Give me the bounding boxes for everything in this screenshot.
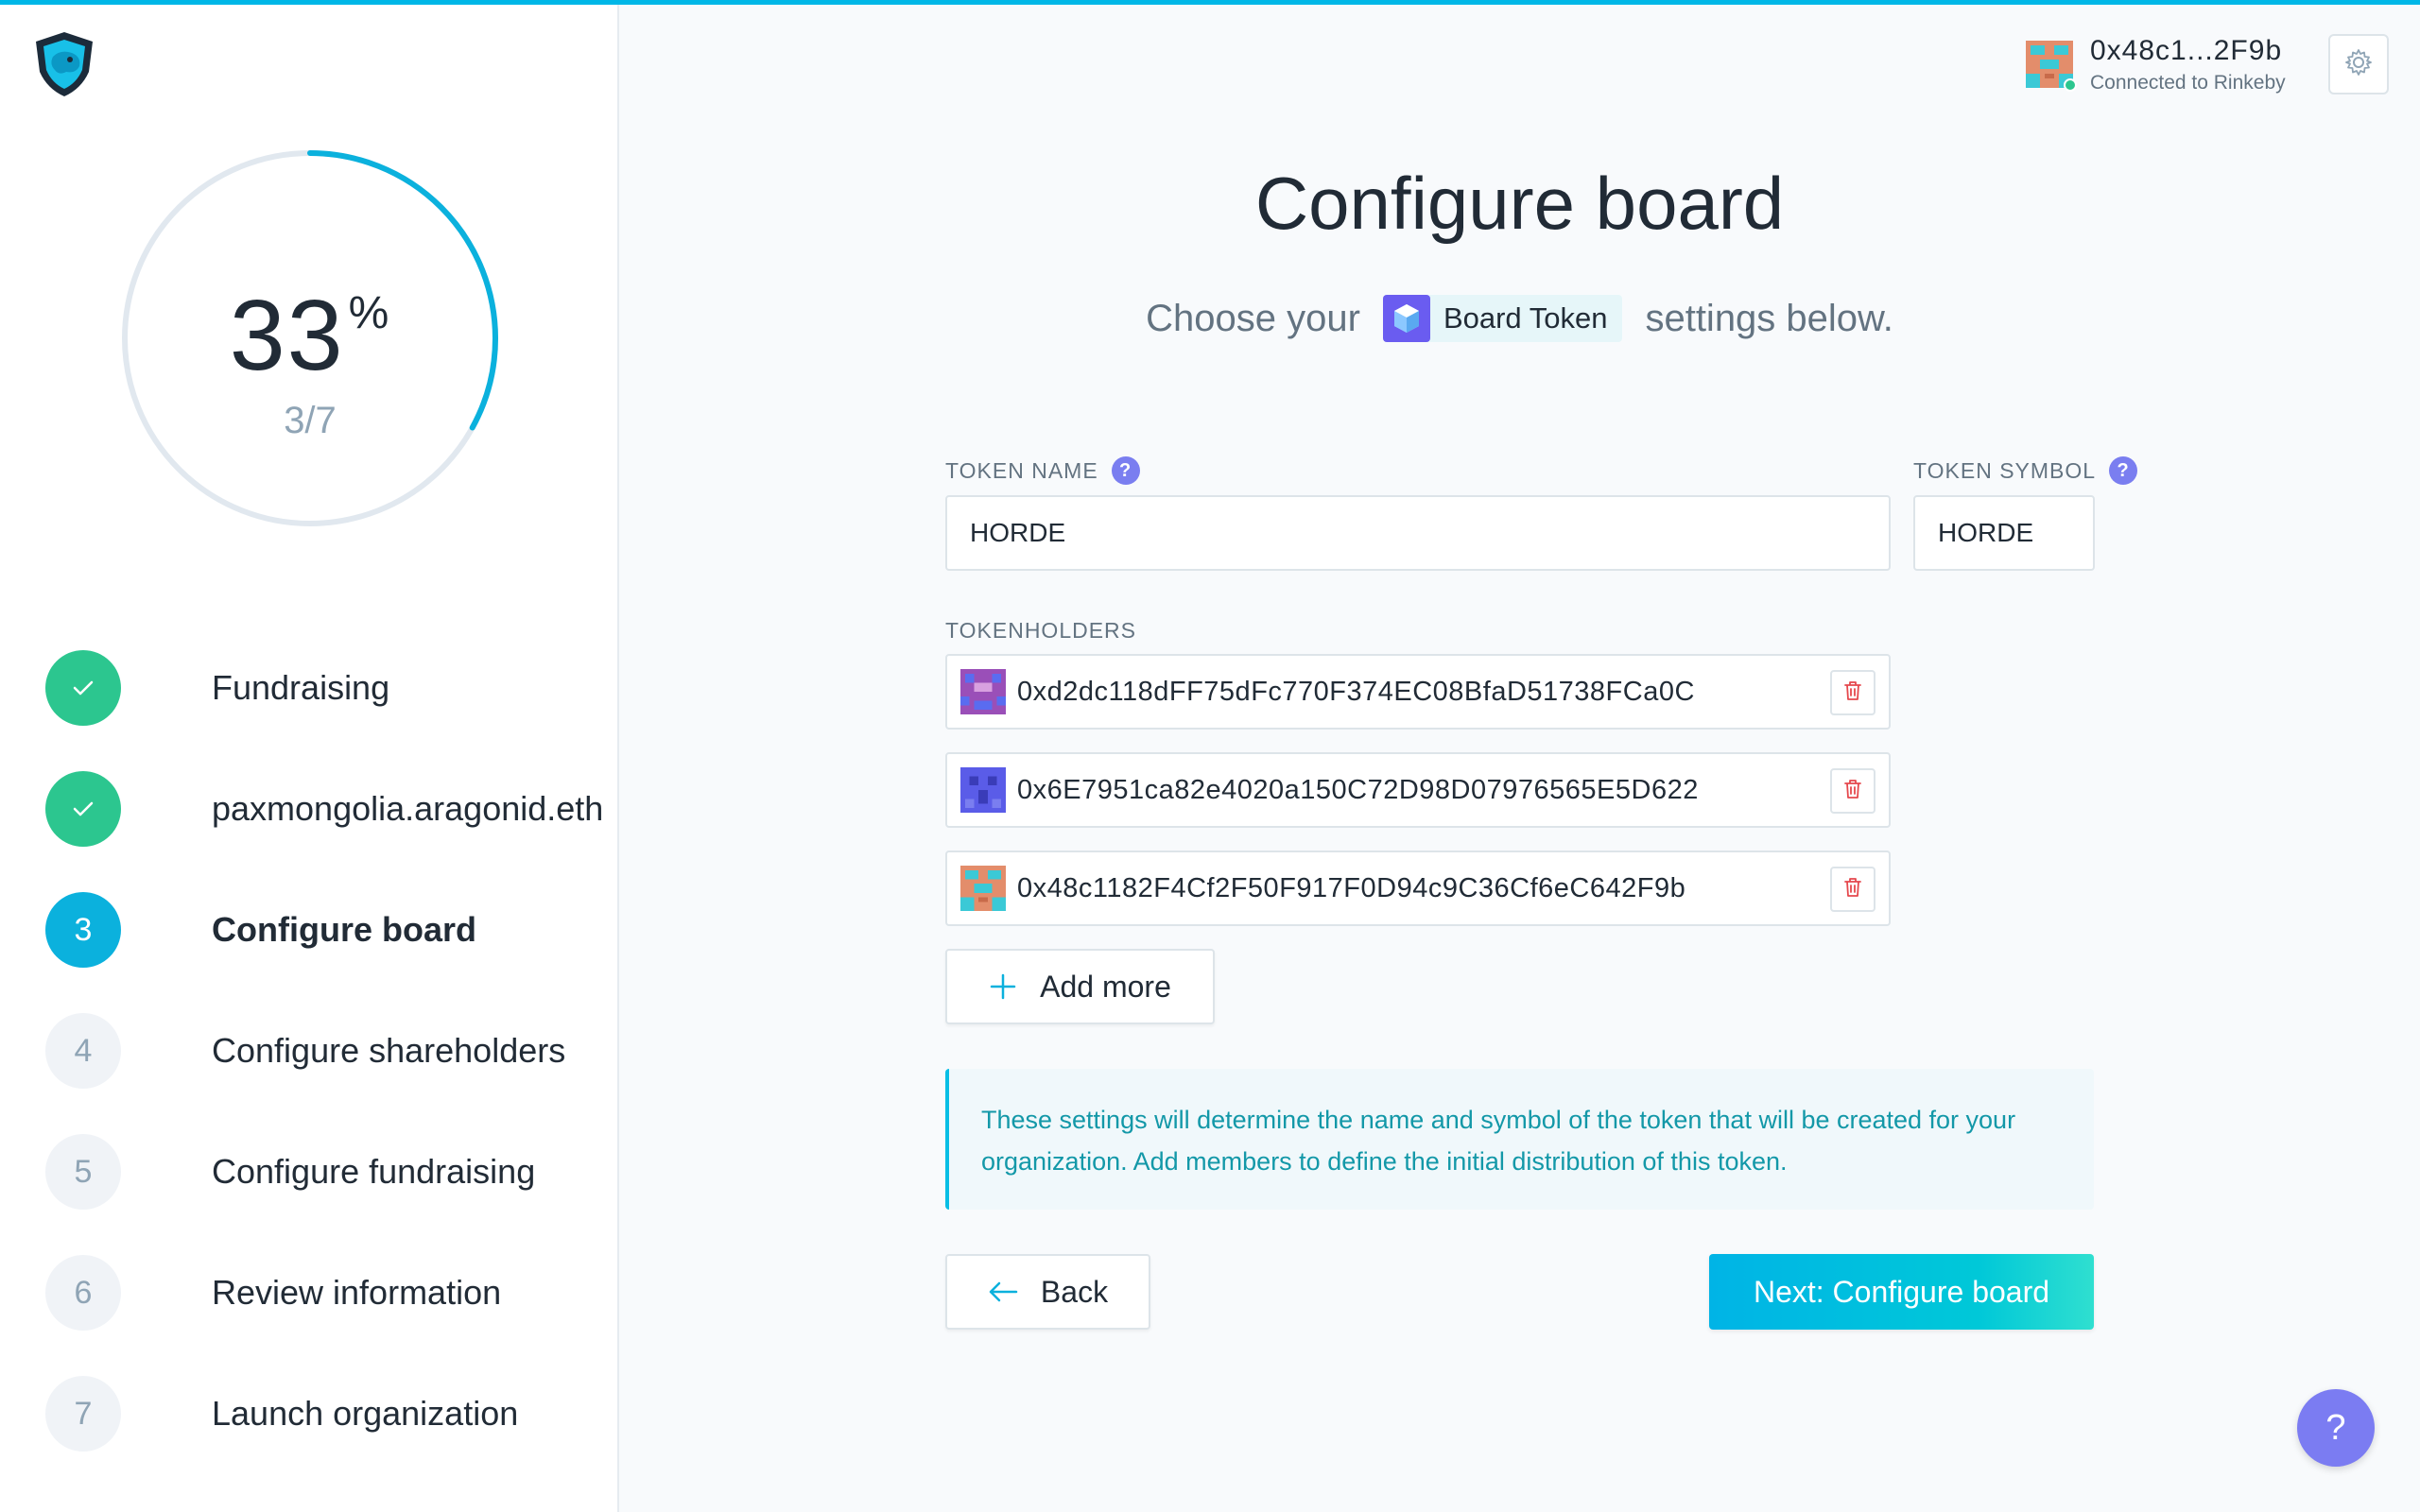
token-name-label: TOKEN NAME ? [945, 456, 1140, 485]
subtitle-suffix: settings below. [1645, 297, 1893, 339]
help-question-icon: ? [2325, 1407, 2346, 1448]
step-label: Configure shareholders [212, 1031, 566, 1070]
token-symbol-value: HORDE [1938, 518, 2034, 547]
top-accent-line [0, 0, 2420, 5]
account-info: 0x48c1...2F9b Connected to Rinkeby [2090, 34, 2286, 94]
settings-button[interactable] [2328, 34, 2389, 94]
step-label: Configure fundraising [212, 1152, 536, 1191]
progress-ring: 33% 3/7 [118, 146, 502, 530]
token-name-input[interactable]: HORDE [945, 495, 1891, 571]
app-badge-label: Board Token [1443, 301, 1608, 335]
token-cube-icon [1382, 295, 1430, 342]
step-item-configure-board: 3 Configure board [45, 892, 603, 968]
token-symbol-label-text: TOKEN SYMBOL [1913, 457, 2097, 483]
remove-tokenholder-button[interactable] [1830, 670, 1876, 715]
step-item-review-information: 6 Review information [45, 1255, 603, 1331]
step-number: 4 [45, 1013, 121, 1089]
app-badge: Board Token [1382, 295, 1623, 342]
step-item-configure-fundraising: 5 Configure fundraising [45, 1134, 603, 1210]
step-item-fundraising: Fundraising [45, 650, 603, 726]
question-mark-icon[interactable]: ? [1111, 456, 1140, 485]
step-label: Fundraising [212, 668, 390, 707]
network-status: Connected to Rinkeby [2090, 71, 2286, 94]
step-number: 3 [45, 892, 121, 968]
tokenholder-address: 0xd2dc118dFF75dFc770F374EC08BfaD51738FCa… [1017, 676, 1695, 707]
token-name-value: HORDE [970, 518, 1066, 547]
tokenholder-row[interactable]: 0x48c1182F4Cf2F50F917F0D94c9C36Cf6eC642F… [945, 850, 1891, 926]
step-label: Launch organization [212, 1394, 519, 1433]
identicon-avatar [960, 669, 1006, 714]
check-icon [45, 771, 121, 847]
back-button[interactable]: Back [945, 1254, 1150, 1330]
token-symbol-input[interactable]: HORDE [1913, 495, 2095, 571]
question-mark-icon[interactable]: ? [2109, 456, 2138, 485]
remove-tokenholder-button[interactable] [1830, 768, 1876, 814]
token-name-label-text: TOKEN NAME [945, 457, 1098, 483]
add-more-button[interactable]: Add more [945, 949, 1215, 1024]
tokenholder-row[interactable]: 0x6E7951ca82e4020a150C72D98D07976565E5D6… [945, 752, 1891, 828]
trash-icon [1842, 679, 1863, 706]
step-item-configure-shareholders: 4 Configure shareholders [45, 1013, 603, 1089]
info-text: These settings will determine the name a… [981, 1106, 2016, 1176]
step-label: paxmongolia.aragonid.eth [212, 789, 604, 828]
help-button[interactable]: ? [2297, 1389, 2375, 1467]
progress-fraction: 3/7 [284, 400, 337, 441]
arrow-left-icon [988, 1280, 1018, 1303]
next-label: Next: Configure board [1753, 1274, 2050, 1309]
back-label: Back [1040, 1274, 1109, 1309]
token-symbol-label: TOKEN SYMBOL ? [1913, 456, 2138, 485]
identicon-avatar [960, 866, 1006, 911]
next-button[interactable]: Next: Configure board [1709, 1254, 2094, 1330]
connected-status-dot [2064, 78, 2077, 92]
page-title: Configure board [1254, 162, 1785, 245]
subtitle-prefix: Choose your [1146, 297, 1360, 339]
trash-icon [1842, 876, 1863, 902]
tokenholder-row[interactable]: 0xd2dc118dFF75dFc770F374EC08BfaD51738FCa… [945, 654, 1891, 730]
remove-tokenholder-button[interactable] [1830, 867, 1876, 912]
trash-icon [1842, 778, 1863, 804]
progress-percent-number: 33 [229, 280, 345, 391]
step-label: Configure board [212, 910, 476, 949]
step-label: Review information [212, 1273, 502, 1312]
progress-percent-sign: % [348, 288, 391, 338]
account-avatar [2026, 41, 2077, 92]
aragon-logo-icon [28, 28, 100, 100]
check-icon [45, 650, 121, 726]
page-subtitle: Choose your Board Token settings below. [945, 295, 2094, 342]
sidebar: 33% 3/7 Fundraising paxmongolia.aragonid… [0, 0, 619, 1512]
step-item-domain: paxmongolia.aragonid.eth [45, 771, 603, 847]
plus-icon [989, 972, 1017, 1001]
gear-icon [2343, 47, 2374, 81]
step-number: 6 [45, 1255, 121, 1331]
tokenholder-address: 0x6E7951ca82e4020a150C72D98D07976565E5D6… [1017, 774, 1699, 805]
step-item-launch-organization: 7 Launch organization [45, 1376, 603, 1452]
info-box: These settings will determine the name a… [945, 1069, 2094, 1210]
step-list: Fundraising paxmongolia.aragonid.eth 3 C… [45, 650, 603, 1497]
progress-percent: 33% [118, 279, 502, 393]
step-number: 5 [45, 1134, 121, 1210]
account-address: 0x48c1...2F9b [2090, 34, 2283, 66]
step-number: 7 [45, 1376, 121, 1452]
identicon-avatar [960, 767, 1006, 813]
account-badge[interactable]: 0x48c1...2F9b Connected to Rinkeby [2026, 36, 2286, 93]
tokenholder-address: 0x48c1182F4Cf2F50F917F0D94c9C36Cf6eC642F… [1017, 872, 1686, 903]
add-more-label: Add more [1040, 969, 1171, 1004]
tokenholders-label: TOKENHOLDERS [945, 618, 1137, 643]
